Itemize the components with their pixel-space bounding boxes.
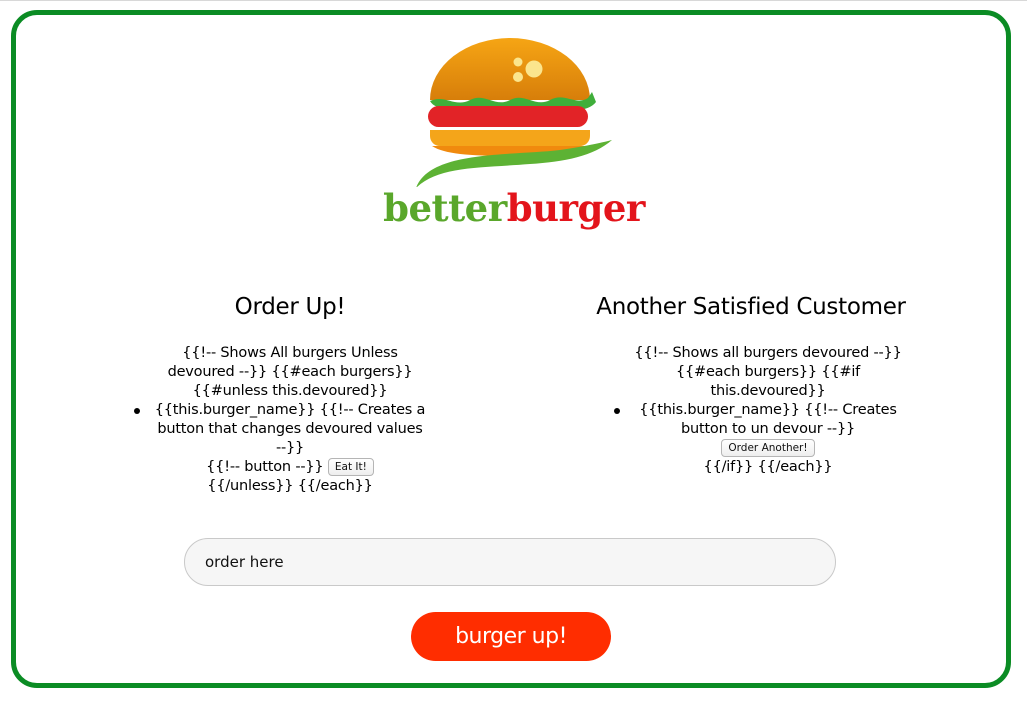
template-line: devoured --}} {{#each burgers}} xyxy=(167,364,413,380)
burger-list-item: {{this.burger_name}} {{!-- Creates a but… xyxy=(134,401,440,477)
template-line: {{this.burger_name}} {{!-- Creates a xyxy=(154,402,426,418)
template-line: button to un devour --}} xyxy=(680,421,856,437)
uneaten-burger-list: {{this.burger_name}} {{!-- Creates a but… xyxy=(134,401,440,477)
bullet-icon xyxy=(134,408,140,414)
burger-logo-icon xyxy=(416,38,612,187)
bullet-icon xyxy=(614,408,620,414)
brand-wordmark: betterburger xyxy=(364,186,664,230)
button-comment: {{!-- button --}} xyxy=(206,459,324,475)
devoured-burger-list: {{this.burger_name}} {{!-- Creates butto… xyxy=(596,401,906,458)
order-up-template-start: {{!-- Shows All burgers Unless devoured … xyxy=(140,344,440,401)
template-line: {{/if}} {{/each}} xyxy=(703,459,833,475)
template-line: button that changes devoured values xyxy=(157,421,423,437)
order-up-column: Order Up! {{!-- Shows All burgers Unless… xyxy=(134,292,440,496)
better-burger-logo: betterburger xyxy=(360,22,660,236)
satisfied-customer-heading: Another Satisfied Customer xyxy=(596,294,906,320)
template-line: {{this.burger_name}} {{!-- Creates xyxy=(639,402,897,418)
burger-list-item: {{this.burger_name}} {{!-- Creates butto… xyxy=(614,401,906,458)
order-up-heading: Order Up! xyxy=(234,294,346,320)
button-line: {{!-- button --}} Eat It! xyxy=(140,458,440,477)
brand-part-burger: burger xyxy=(506,186,646,230)
satisfied-template-start: {{!-- Shows all burgers devoured --}} {{… xyxy=(596,344,906,401)
burger-up-button[interactable]: burger up! xyxy=(411,612,611,661)
satisfied-customer-column: Another Satisfied Customer {{!-- Shows a… xyxy=(596,292,906,477)
burger-order-input[interactable] xyxy=(184,538,836,586)
template-line: {{/unless}} {{/each}} xyxy=(207,478,373,494)
template-line: {{#unless this.devoured}} xyxy=(192,383,388,399)
top-divider xyxy=(0,0,1027,1)
template-line: {{!-- Shows all burgers devoured --}} xyxy=(634,345,902,361)
button-line: Order Another! xyxy=(630,439,906,458)
template-line: {{#each burgers}} {{#if this.devoured}} xyxy=(675,364,861,399)
template-line: {{!-- Shows All burgers Unless xyxy=(182,345,398,361)
order-another-button[interactable]: Order Another! xyxy=(721,439,815,457)
eat-it-button[interactable]: Eat It! xyxy=(327,458,374,476)
brand-part-better: better xyxy=(383,186,507,230)
template-line: --}} xyxy=(275,440,305,456)
